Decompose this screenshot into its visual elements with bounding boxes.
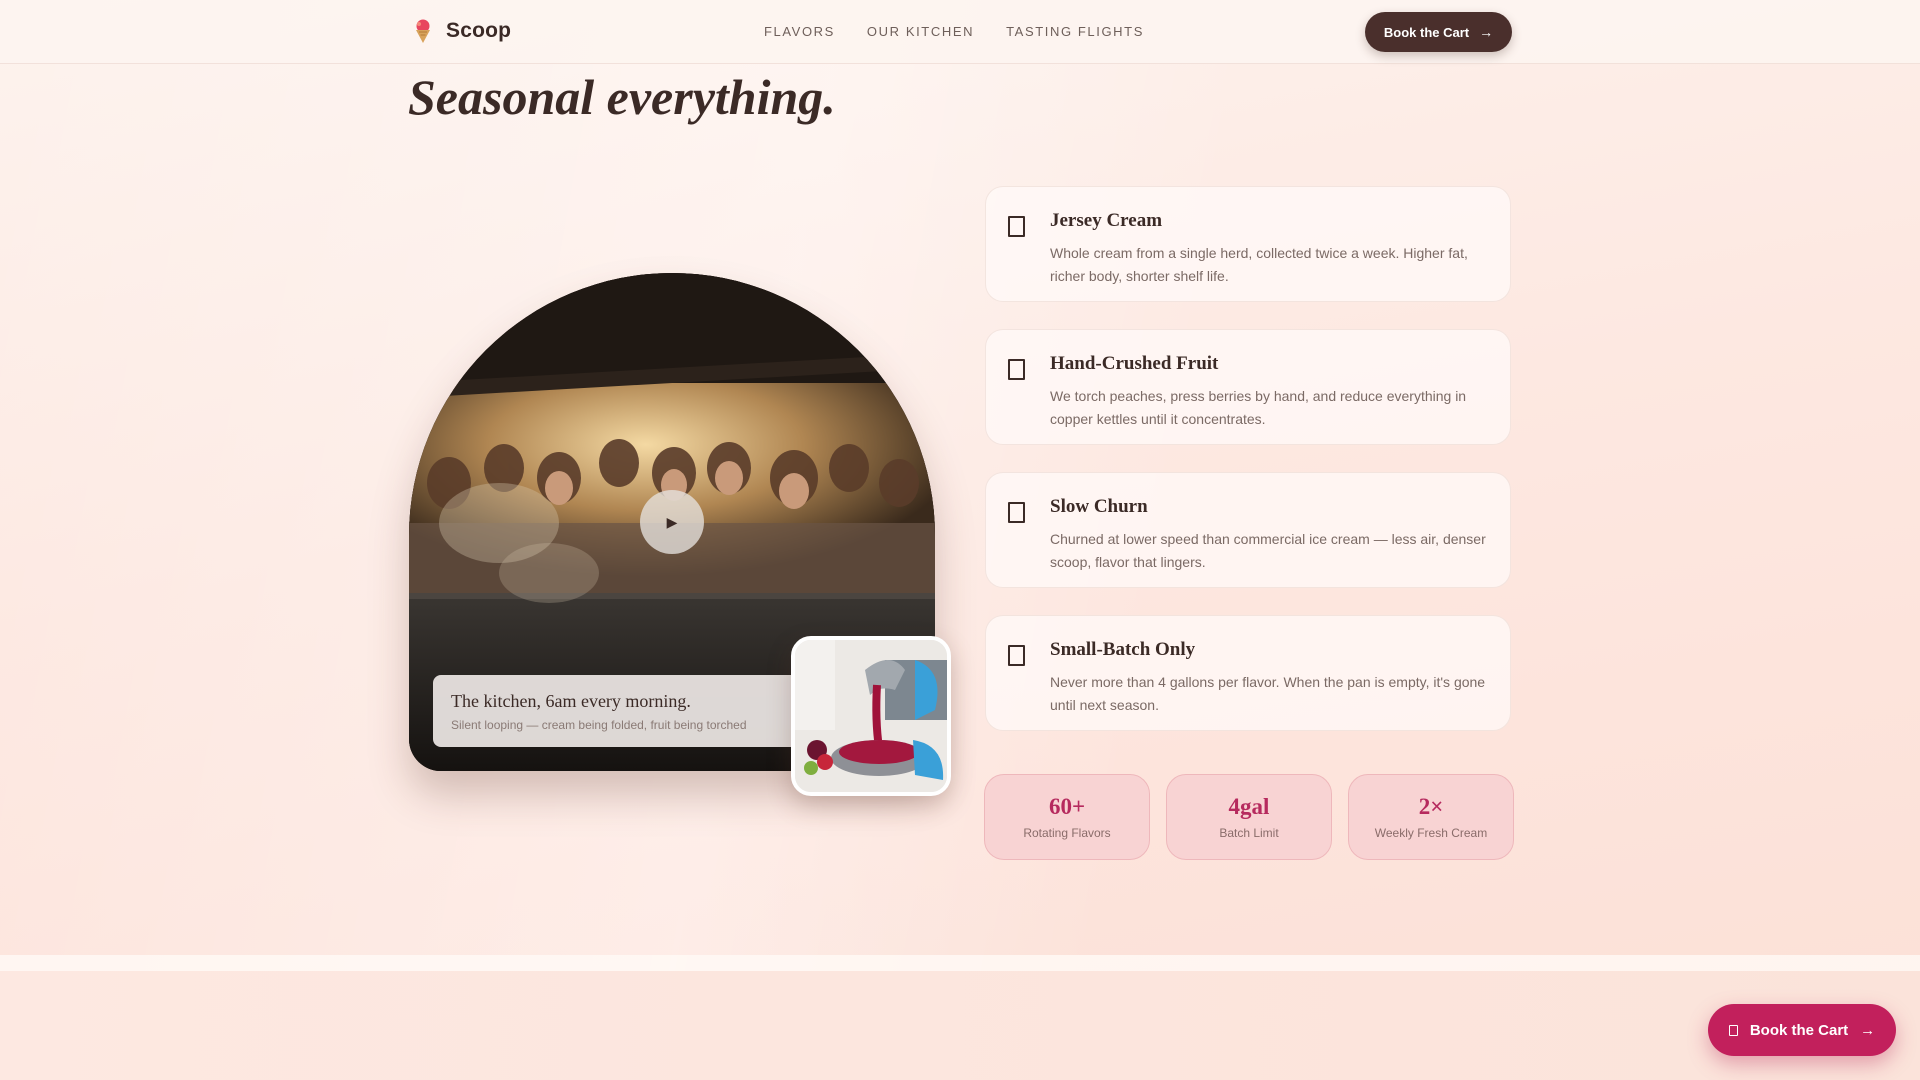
main-nav: FLAVORS OUR KITCHEN TASTING FLIGHTS (764, 24, 1144, 39)
feature-title: Jersey Cream (1050, 210, 1163, 231)
floating-book-cart-button[interactable]: Book the Cart → (1708, 1004, 1896, 1056)
book-cart-button[interactable]: Book the Cart → (1365, 12, 1512, 52)
next-section (0, 971, 1920, 1080)
checkbox-icon (1008, 645, 1025, 666)
stats-row: 60+ Rotating Flavors 4gal Batch Limit 2×… (984, 774, 1514, 860)
berry-sauce-photo (791, 636, 951, 796)
floating-book-cart-label: Book the Cart (1749, 1021, 1849, 1039)
feature-description: Never more than 4 gallons per flavor. Wh… (1050, 674, 1486, 713)
ice-cream-icon (416, 19, 430, 43)
brand[interactable]: Scoop (412, 18, 511, 44)
stat-label: Batch Limit (1219, 826, 1279, 840)
stat-value: 4gal (1228, 794, 1270, 819)
play-button[interactable]: ▶ (640, 490, 704, 554)
feature-card: Hand-Crushed Fruit We torch peaches, pre… (985, 329, 1511, 445)
stat-card: 60+ Rotating Flavors (984, 774, 1150, 860)
stat-value: 2× (1418, 794, 1444, 819)
background-light (0, 0, 1920, 1080)
cart-icon (1728, 1024, 1738, 1036)
nav-our-kitchen[interactable]: OUR KITCHEN (867, 24, 974, 39)
feature-card: Jersey Cream Whole cream from a single h… (985, 186, 1511, 302)
nav-tasting-flights[interactable]: TASTING FLIGHTS (1006, 24, 1144, 39)
stat-label: Weekly Fresh Cream (1374, 826, 1488, 840)
checkbox-icon (1008, 502, 1025, 523)
checkbox-icon (1008, 359, 1025, 380)
arrow-right-icon: → (1860, 1021, 1876, 1039)
feature-title: Hand-Crushed Fruit (1050, 353, 1219, 374)
feature-card: Slow Churn Churned at lower speed than c… (985, 472, 1511, 588)
section-divider (0, 955, 1920, 971)
checkbox-icon (1008, 216, 1025, 237)
feature-title: Slow Churn (1050, 496, 1148, 517)
video-caption-title: The kitchen, 6am every morning. (451, 691, 691, 711)
stat-value: 60+ (1048, 794, 1086, 819)
feature-title: Small-Batch Only (1050, 639, 1196, 660)
feature-card: Small-Batch Only Never more than 4 gallo… (985, 615, 1511, 731)
stat-card: 4gal Batch Limit (1166, 774, 1332, 860)
stat-label: Rotating Flavors (1023, 826, 1111, 840)
berry-sauce-photo-art (795, 640, 947, 792)
book-cart-label: Book the Cart (1383, 24, 1470, 40)
feature-description: Churned at lower speed than commercial i… (1050, 531, 1486, 570)
site-header: Scoop FLAVORS OUR KITCHEN TASTING FLIGHT… (0, 0, 1920, 64)
feature-description: We torch peaches, press berries by hand,… (1050, 388, 1467, 427)
feature-list: Jersey Cream Whole cream from a single h… (985, 186, 1511, 758)
brand-name: Scoop (446, 19, 512, 42)
feature-description: Whole cream from a single herd, collecte… (1050, 245, 1468, 284)
nav-flavors[interactable]: FLAVORS (764, 24, 835, 39)
arrow-right-icon: → (1479, 24, 1494, 40)
stat-card: 2× Weekly Fresh Cream (1348, 774, 1514, 860)
video-caption: The kitchen, 6am every morning. Silent l… (433, 675, 803, 747)
hero-headline: Seasonal everything. (408, 69, 836, 125)
play-icon: ▶ (666, 513, 678, 530)
video-caption-subtitle: Silent looping — cream being folded, fru… (451, 718, 747, 732)
